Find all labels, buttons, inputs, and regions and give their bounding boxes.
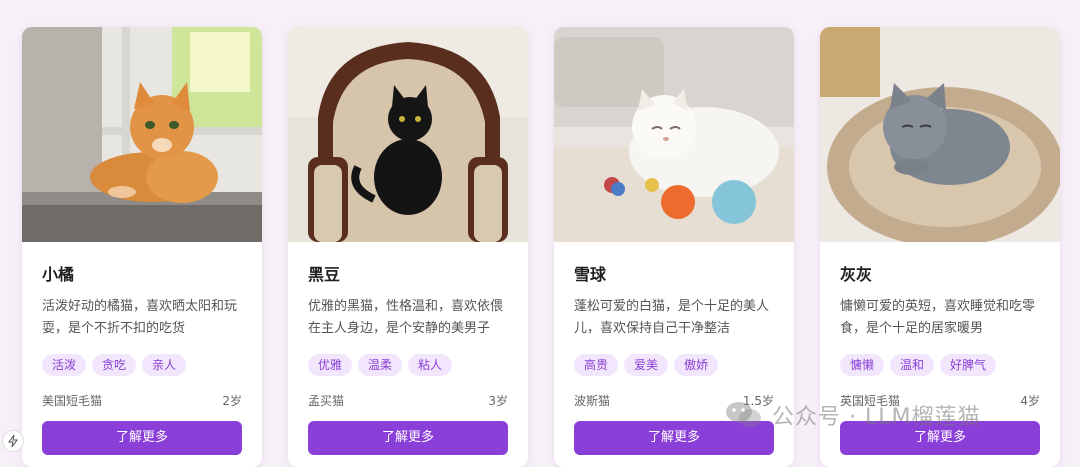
tag: 好脾气 <box>940 354 997 376</box>
cat-breed: 波斯猫 <box>574 394 611 408</box>
tag-list: 活泼 贪吃 亲人 <box>42 354 242 376</box>
tag: 温和 <box>890 354 935 376</box>
cat-description: 慵懒可爱的英短，喜欢睡觉和吃零食，是个十足的居家暖男 <box>840 299 1036 336</box>
tag: 温柔 <box>358 354 403 376</box>
tag: 亲人 <box>142 354 187 376</box>
cat-description: 优雅的黑猫，性格温和，喜欢依偎在主人身边，是个安静的美男子 <box>308 299 504 336</box>
tag: 粘人 <box>408 354 453 376</box>
cat-card: 小橘 活泼好动的橘猫，喜欢晒太阳和玩耍，是个不折不扣的吃货 活泼 贪吃 亲人 美… <box>22 27 262 467</box>
tag: 高贵 <box>574 354 619 376</box>
lightning-icon[interactable] <box>2 430 24 452</box>
watermark: 公众号 · LLM榴莲猫 <box>724 398 980 432</box>
tag-list: 慵懒 温和 好脾气 <box>840 354 1040 376</box>
cat-name: 小橘 <box>42 265 75 284</box>
tag-list: 优雅 温柔 粘人 <box>308 354 508 376</box>
wechat-icon <box>726 402 761 427</box>
tag: 优雅 <box>308 354 353 376</box>
cat-name: 灰灰 <box>840 265 873 284</box>
cat-description: 活泼好动的橘猫，喜欢晒太阳和玩耍，是个不折不扣的吃货 <box>42 299 238 336</box>
tag: 贪吃 <box>92 354 137 376</box>
cat-name: 黑豆 <box>308 265 341 284</box>
cat-card: 黑豆 优雅的黑猫，性格温和，喜欢依偎在主人身边，是个安静的美男子 优雅 温柔 粘… <box>288 27 528 467</box>
tag-list: 高贵 爱美 傲娇 <box>574 354 774 376</box>
learn-more-button[interactable]: 了解更多 <box>308 421 508 455</box>
cat-photo <box>22 27 262 242</box>
tag: 爱美 <box>624 354 669 376</box>
tag: 活泼 <box>42 354 87 376</box>
cat-meta: 美国短毛猫 2岁 <box>42 393 242 409</box>
watermark-text: 公众号 · LLM榴莲猫 <box>772 405 981 430</box>
cat-breed: 孟买猫 <box>308 394 345 408</box>
tag: 傲娇 <box>674 354 719 376</box>
cat-name: 雪球 <box>574 265 607 284</box>
tag: 慵懒 <box>840 354 885 376</box>
cat-description: 蓬松可爱的白猫，是个十足的美人儿，喜欢保持自己干净整洁 <box>574 299 770 336</box>
cat-breed: 美国短毛猫 <box>42 394 103 408</box>
cat-photo <box>820 27 1060 242</box>
cat-meta: 孟买猫 3岁 <box>308 393 508 409</box>
cat-age: 2岁 <box>222 394 242 408</box>
cat-age: 4岁 <box>1020 394 1040 408</box>
cat-photo <box>554 27 794 242</box>
cat-photo <box>288 27 528 242</box>
learn-more-button[interactable]: 了解更多 <box>42 421 242 455</box>
cat-age: 3岁 <box>488 394 508 408</box>
